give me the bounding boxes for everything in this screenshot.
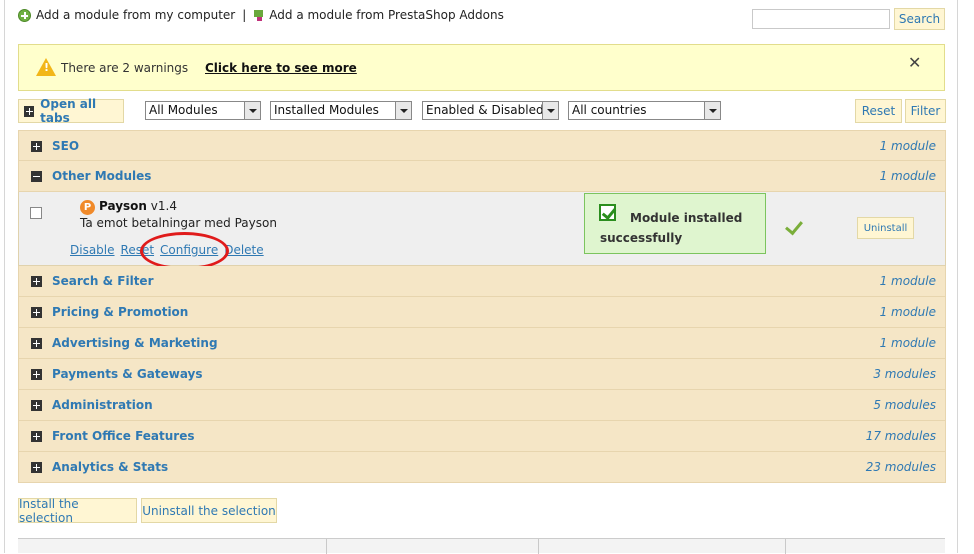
module-type-value: All Modules: [149, 103, 218, 117]
category-count: 1 module: [879, 305, 936, 319]
category-count: 1 module: [879, 274, 936, 288]
category-payments-gateways[interactable]: Payments & Gateways 3 modules: [18, 359, 946, 390]
module-type-select[interactable]: All Modules: [145, 101, 261, 120]
warning-banner: ! There are 2 warnings Click here to see…: [18, 44, 945, 91]
module-select-checkbox[interactable]: [30, 207, 42, 219]
warning-text: There are 2 warnings: [61, 61, 189, 75]
install-success-message: Module installed successfully: [584, 193, 766, 254]
category-name: Administration: [52, 398, 153, 412]
expand-icon[interactable]: [31, 141, 42, 152]
category-count: 1 module: [879, 169, 936, 183]
category-pricing-promotion[interactable]: Pricing & Promotion 1 module: [18, 297, 946, 328]
reset-button[interactable]: Reset: [855, 99, 902, 123]
expand-icon[interactable]: [31, 462, 42, 473]
topbar-separator: |: [242, 8, 247, 22]
module-description: Ta emot betalningar med Payson: [80, 216, 277, 230]
open-all-tabs-label: Open all tabs: [40, 97, 97, 125]
install-selection-button[interactable]: Install the selection: [18, 497, 137, 525]
payson-logo-icon: P: [80, 200, 95, 215]
category-count: 1 module: [879, 139, 936, 153]
chevron-down-icon: [704, 102, 720, 119]
legend-divider: [538, 539, 539, 554]
expand-icon[interactable]: [31, 338, 42, 349]
chevron-down-icon: [542, 102, 558, 119]
country-select[interactable]: All countries: [568, 101, 721, 120]
right-gutter: [959, 0, 974, 553]
category-name: Other Modules: [52, 169, 152, 183]
expand-icon[interactable]: [31, 369, 42, 380]
module-title: Payson v1.4: [99, 199, 177, 213]
chevron-down-icon: [244, 102, 260, 119]
category-name: Payments & Gateways: [52, 367, 203, 381]
category-count: 3 modules: [873, 367, 936, 381]
plus-icon: [24, 105, 35, 117]
category-other-modules[interactable]: Other Modules 1 module: [18, 161, 946, 192]
success-text: Module installed successfully: [600, 211, 743, 245]
add-from-computer-link[interactable]: Add a module from my computer: [18, 8, 235, 22]
filter-button[interactable]: Filter: [905, 99, 946, 123]
category-name: Front Office Features: [52, 429, 195, 443]
country-value: All countries: [572, 103, 647, 117]
category-name: Search & Filter: [52, 274, 154, 288]
install-status-value: Installed Modules: [274, 103, 379, 117]
category-front-office-features[interactable]: Front Office Features 17 modules: [18, 421, 946, 452]
collapse-icon[interactable]: [31, 171, 42, 182]
installed-check-icon: [785, 216, 803, 236]
open-all-tabs-button[interactable]: Open all tabs: [18, 97, 124, 125]
uninstall-selection-button[interactable]: Uninstall the selection: [141, 498, 277, 523]
chevron-down-icon: [395, 102, 411, 119]
warning-see-more-link[interactable]: Click here to see more: [205, 61, 357, 75]
expand-icon[interactable]: [31, 276, 42, 287]
install-status-select[interactable]: Installed Modules: [270, 101, 412, 120]
expand-icon[interactable]: [31, 400, 42, 411]
category-name: SEO: [52, 139, 80, 153]
category-seo[interactable]: SEO 1 module: [18, 130, 946, 161]
category-name: Pricing & Promotion: [52, 305, 189, 319]
warning-icon: !: [36, 58, 56, 76]
category-count: 1 module: [879, 336, 936, 350]
expand-icon[interactable]: [31, 431, 42, 442]
category-count: 23 modules: [865, 460, 936, 474]
module-name: Payson: [99, 199, 147, 213]
category-count: 17 modules: [865, 429, 936, 443]
category-search-filter[interactable]: Search & Filter 1 module: [18, 266, 946, 297]
close-icon[interactable]: ✕: [908, 53, 921, 72]
module-row-payson: P Payson v1.4 Ta emot betalningar med Pa…: [18, 192, 946, 270]
category-analytics-stats[interactable]: Analytics & Stats 23 modules: [18, 452, 946, 483]
uninstall-button[interactable]: Uninstall: [857, 217, 914, 239]
add-icon: [18, 8, 31, 22]
category-count: 5 modules: [873, 398, 936, 412]
add-from-addons-label: Add a module from PrestaShop Addons: [269, 8, 504, 22]
module-version: v1.4: [150, 199, 177, 213]
delete-link[interactable]: Delete: [224, 243, 263, 257]
category-name: Advertising & Marketing: [52, 336, 218, 350]
add-from-computer-label: Add a module from my computer: [36, 8, 236, 22]
category-name: Analytics & Stats: [52, 460, 169, 474]
highlight-circle: [140, 232, 229, 270]
enabled-status-value: Enabled & Disabled: [426, 103, 544, 117]
legend-divider: [785, 539, 786, 554]
expand-icon[interactable]: [31, 307, 42, 318]
enabled-status-select[interactable]: Enabled & Disabled: [422, 101, 559, 120]
category-administration[interactable]: Administration 5 modules: [18, 390, 946, 421]
search-button[interactable]: Search: [894, 8, 945, 30]
disable-link[interactable]: Disable: [70, 243, 115, 257]
status-legend-bar: [18, 538, 945, 554]
addons-icon: [253, 9, 264, 22]
top-actions: Add a module from my computer | Add a mo…: [18, 6, 504, 24]
legend-divider: [326, 539, 327, 554]
module-category-list: SEO 1 module Other Modules 1 module P Pa…: [18, 130, 946, 483]
add-from-addons-link[interactable]: Add a module from PrestaShop Addons: [253, 8, 504, 22]
search-input[interactable]: [752, 9, 890, 29]
category-advertising-marketing[interactable]: Advertising & Marketing 1 module: [18, 328, 946, 359]
